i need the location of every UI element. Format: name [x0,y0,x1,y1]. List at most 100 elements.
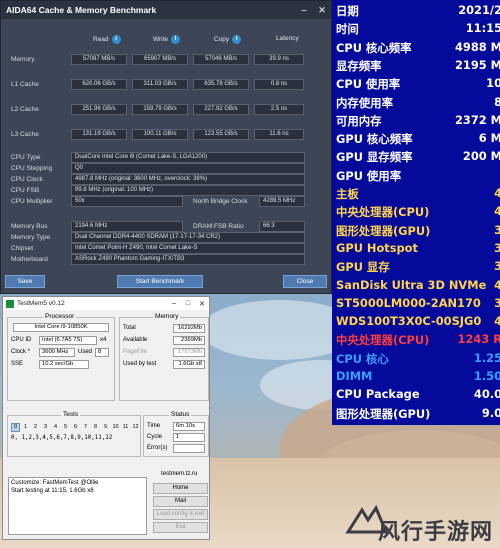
monitor-label: GPU 核心频率 [336,132,413,147]
monitor-row: 图形处理器(GPU) 3 [336,223,500,242]
bench-value-cell: 0.8 ns [254,79,304,90]
chipset-value: Intel Comet Point-H Z490, Intel Comet La… [71,243,305,254]
bench-value-cell: 100.11 GB/s [132,129,188,140]
tests-sequence: 0, 1,2,3,4,5,6,7,8,9,10,11,12 [11,435,113,441]
aida-titlebar[interactable]: AIDA64 Cache & Memory Benchmark – ✕ [1,1,331,19]
test-checkbox[interactable]: 8 [91,423,100,432]
exit-button[interactable]: Exit [153,522,208,533]
bench-value-cell: 2.5 ns [254,104,304,115]
bench-row-label: L3 Cache [11,131,39,138]
available-field: 2369Mb [173,336,205,345]
info-icon[interactable]: i [111,35,121,44]
test-checkbox[interactable]: 5 [61,423,70,432]
monitor-value: 3 [494,295,500,310]
monitor-row: CPU 核心 1.25 [336,351,500,370]
close-button[interactable]: Close [283,275,327,288]
log-output[interactable]: Customize: FastMemTest @Ollie Start test… [8,477,147,535]
test-checkbox[interactable]: 2 [31,423,40,432]
monitor-value: 3 [494,240,500,255]
monitor-value: 10 [486,76,500,91]
minimize-icon[interactable]: – [295,5,313,16]
chipset-label: Chipset [11,245,34,252]
clock-field: 3600 MHz [39,348,75,357]
monitor-value: 4 [494,204,500,219]
test-checkbox[interactable]: 12 [131,423,140,432]
monitor-label: 内存使用率 [336,95,393,110]
start-benchmark-button[interactable]: Start Benchmark [117,275,203,288]
monitor-value: 8 [494,94,500,109]
bench-value-cell: 251.96 GB/s [71,104,127,115]
monitor-label: CPU 使用率 [336,77,401,92]
monitor-row: 内存使用率 8 [336,95,500,114]
save-button[interactable]: Save [5,275,45,288]
mail-button[interactable]: Mail [153,496,208,507]
monitor-label: 显存频率 [336,58,382,73]
monitor-label: GPU 使用率 [336,168,402,183]
sse-label: SSE [11,361,24,367]
test-checkbox[interactable]: 4 [51,423,60,432]
bench-value-cell: 635.78 GB/s [193,79,249,90]
monitor-value: 200 M [462,149,500,164]
maximize-icon[interactable]: □ [181,300,195,308]
test-checkbox[interactable]: 3 [41,423,50,432]
testmem-title: TestMem5 v0.12 [17,300,65,307]
col-header-write: Write i [153,35,181,44]
monitor-value: 3 [494,259,500,274]
info-icon[interactable]: i [171,35,181,44]
monitor-label: GPU 显存 [336,260,390,275]
monitor-row: ST5000LM000-2AN170 3 [336,296,500,315]
monitor-value: 1.25 [473,350,500,365]
motherboard-label: Motherboard [11,256,48,263]
monitor-row: WDS100T3X0C-00SJG0 4 [336,314,500,333]
status-group-title: Status [169,411,192,418]
cpu-type-value: DualCore Intel Core i9 (Comet Lake-S, LG… [71,152,305,163]
close-icon[interactable]: ✕ [313,5,331,16]
close-icon[interactable]: ✕ [195,300,209,308]
clock-label: Clock * [11,349,31,355]
monitor-label: WDS100T3X0C-00SJG0 [336,314,482,329]
monitor-row: GPU 使用率 [336,168,500,187]
test-checkbox[interactable]: 1 [21,423,30,432]
pagefile-label: PageFile [123,349,147,355]
home-button[interactable]: Home [153,483,208,494]
monitor-label: 中央处理器(CPU) [336,333,430,348]
testmem-titlebar[interactable]: TestMem5 v0.12 – □ ✕ [3,297,209,310]
minimize-icon[interactable]: – [167,300,181,308]
total-label: Total [123,325,136,331]
cpu-fsb-label: CPU FSB [11,187,40,194]
app-icon [6,299,14,308]
test-checkbox[interactable]: 9 [101,423,110,432]
monitor-label: GPU 显存频率 [336,150,413,165]
nb-clock-label: North Bridge Clock [193,198,248,205]
used-by-test-field: 1.6Gb x8 [173,360,205,369]
test-checkbox[interactable]: 6 [71,423,80,432]
monitor-label: 图形处理器(GPU) [336,223,431,238]
cpu-name-field: Intel Core i9-10850K [13,323,109,332]
log-line: Start testing at 11:15, 1.6Gb x8 [11,487,94,494]
monitor-row: 日期 2021/2 [336,3,500,22]
test-checkbox[interactable]: 10 [111,423,120,432]
monitor-row: GPU 显存 3 [336,259,500,278]
site-link[interactable]: testmem.tz.ru [161,471,197,477]
monitor-row: CPU Package 40.0 [336,387,500,406]
cpu-stepping-label: CPU Stepping [11,165,53,172]
used-field: 8 [95,348,109,357]
monitor-row: 时间 11:15 [336,21,500,40]
monitor-row: DIMM 1.50 [336,369,500,388]
test-checkbox[interactable]: 7 [81,423,90,432]
cpu-id-field: Intel (6.7A5 7S) [39,336,97,345]
cpu-multiplier-value: 50x [71,196,183,207]
load-config-exit-button[interactable]: Load config & exit [153,509,208,520]
tests-group-title: Tests [61,411,81,418]
bench-value-cell: 227.92 GB/s [193,104,249,115]
mem-bus-value: 2194.6 MHz [71,221,183,232]
log-line: Customize: FastMemTest @Ollie [11,480,99,486]
cpu-clock-value: 4987.8 MHz (original: 3600 MHz, overcloc… [71,174,305,185]
test-checkbox[interactable]: 0 [11,423,20,432]
test-checkbox[interactable]: 11 [121,423,130,432]
monitor-value: 6 M [478,131,500,146]
monitor-value: 2021/2 [458,3,500,17]
info-icon[interactable]: i [232,35,242,44]
monitor-label: 可用内存 [336,113,382,128]
bench-row-label: Memory [11,56,35,63]
